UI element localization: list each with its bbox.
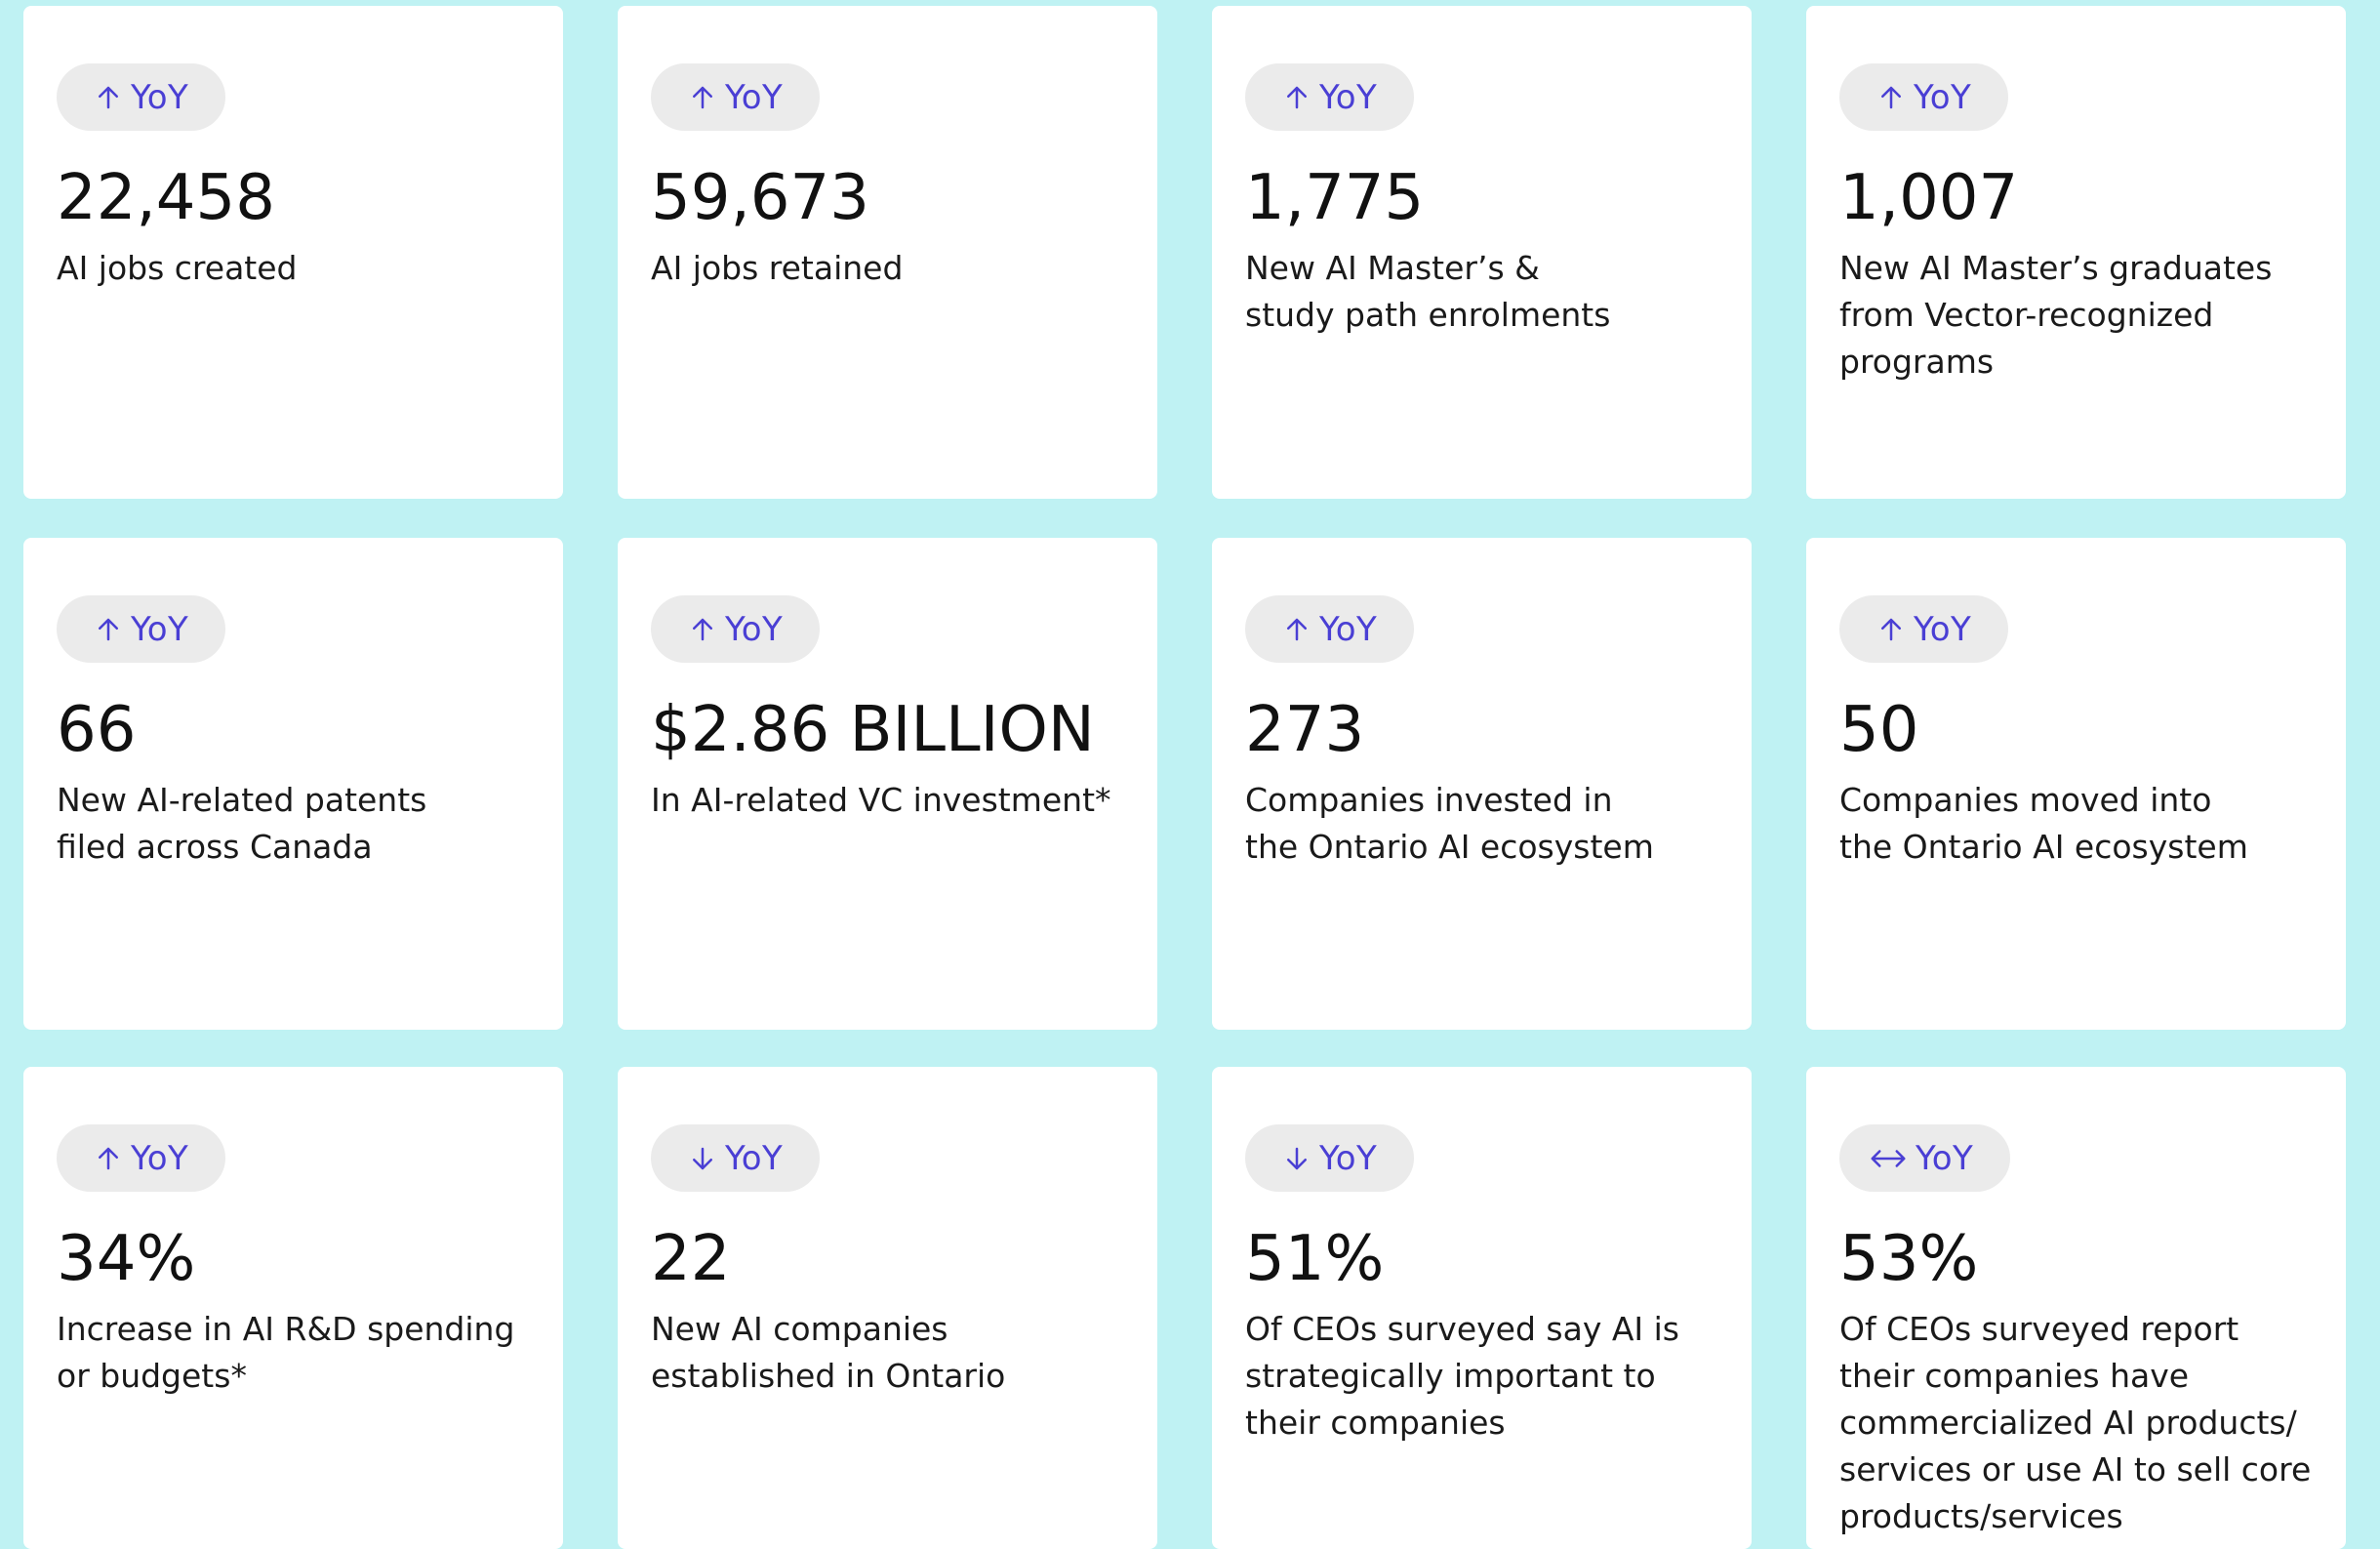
- stat-label: New AI-related patents filed across Cana…: [57, 781, 427, 867]
- arrow-left-right-icon: [1871, 1149, 1906, 1167]
- yoy-label: YoY: [1319, 77, 1378, 117]
- stat-card: YoY 273 Companies invested in the Ontari…: [1212, 538, 1752, 1030]
- arrow-up-icon: [99, 618, 118, 640]
- arrow-down-icon: [1287, 1147, 1307, 1169]
- yoy-badge: YoY: [1245, 595, 1415, 663]
- yoy-badge: YoY: [651, 1124, 821, 1192]
- stat-value: 59,673: [651, 162, 869, 234]
- stat-label: New AI Master’s & study path enrolments: [1245, 249, 1611, 335]
- stat-label: Of CEOs surveyed report their companies …: [1839, 1310, 2312, 1536]
- yoy-label: YoY: [1319, 609, 1378, 649]
- stat-label: Increase in AI R&D spending or budgets*: [57, 1310, 515, 1396]
- stat-value: 51%: [1245, 1223, 1385, 1295]
- yoy-label: YoY: [1319, 1138, 1378, 1178]
- arrow-up-icon: [693, 86, 712, 108]
- stat-value: 53%: [1839, 1223, 1979, 1295]
- stat-label: AI jobs retained: [651, 249, 904, 288]
- arrow-up-icon: [99, 1147, 118, 1169]
- arrow-up-icon: [1881, 86, 1901, 108]
- stat-value: 1,775: [1245, 162, 1425, 234]
- stat-label: New AI Master’s graduates from Vector-re…: [1839, 249, 2273, 382]
- yoy-badge: YoY: [1839, 63, 2009, 131]
- stat-label: AI jobs created: [57, 249, 298, 288]
- yoy-label: YoY: [1914, 609, 1972, 649]
- stat-value: 50: [1839, 694, 1919, 766]
- stat-value: 1,007: [1839, 162, 2019, 234]
- yoy-label: YoY: [1914, 77, 1972, 117]
- arrow-up-icon: [1881, 618, 1901, 640]
- stat-card: YoY 22,458 AI jobs created: [23, 6, 563, 499]
- yoy-badge: YoY: [57, 63, 226, 131]
- yoy-label: YoY: [725, 77, 784, 117]
- stat-card: YoY 66 New AI-related patents filed acro…: [23, 538, 563, 1030]
- stat-card: YoY 51% Of CEOs surveyed say AI is strat…: [1212, 1067, 1752, 1549]
- yoy-badge: YoY: [1839, 595, 2009, 663]
- stat-card: YoY 34% Increase in AI R&D spending or b…: [23, 1067, 563, 1549]
- yoy-badge: YoY: [651, 595, 821, 663]
- stat-label: Companies moved into the Ontario AI ecos…: [1839, 781, 2248, 867]
- yoy-badge: YoY: [651, 63, 821, 131]
- arrow-up-icon: [693, 618, 712, 640]
- stat-value: 34%: [57, 1223, 196, 1295]
- stat-card: YoY 1,007 New AI Master’s graduates from…: [1806, 6, 2346, 499]
- yoy-badge: YoY: [1245, 63, 1415, 131]
- stat-label: Companies invested in the Ontario AI eco…: [1245, 781, 1654, 867]
- stat-label: In AI-related VC investment*: [651, 781, 1111, 820]
- stat-card: YoY 1,775 New AI Master’s & study path e…: [1212, 6, 1752, 499]
- arrow-down-icon: [693, 1147, 712, 1169]
- yoy-label: YoY: [131, 77, 189, 117]
- arrow-up-icon: [1287, 618, 1307, 640]
- yoy-badge: YoY: [57, 1124, 226, 1192]
- yoy-badge: YoY: [1839, 1124, 2011, 1192]
- stat-label: Of CEOs surveyed say AI is strategically…: [1245, 1310, 1680, 1443]
- yoy-label: YoY: [1916, 1138, 1974, 1178]
- stat-card: YoY 59,673 AI jobs retained: [618, 6, 1157, 499]
- stat-value: 66: [57, 694, 137, 766]
- stat-card: YoY 50 Companies moved into the Ontario …: [1806, 538, 2346, 1030]
- stat-label: New AI companies established in Ontario: [651, 1310, 1006, 1396]
- stat-value: 22,458: [57, 162, 275, 234]
- stat-value: 273: [1245, 694, 1365, 766]
- yoy-badge: YoY: [57, 595, 226, 663]
- stat-value: 22: [651, 1223, 731, 1295]
- yoy-label: YoY: [131, 1138, 189, 1178]
- stat-card: YoY $2.86 BILLION In AI-related VC inves…: [618, 538, 1157, 1030]
- stats-grid: YoY 22,458 AI jobs created YoY 59,673 AI…: [0, 0, 2380, 1549]
- yoy-label: YoY: [131, 609, 189, 649]
- arrow-up-icon: [99, 86, 118, 108]
- stat-card: YoY 53% Of CEOs surveyed report their co…: [1806, 1067, 2346, 1549]
- yoy-badge: YoY: [1245, 1124, 1415, 1192]
- stat-card: YoY 22 New AI companies established in O…: [618, 1067, 1157, 1549]
- arrow-up-icon: [1287, 86, 1307, 108]
- yoy-label: YoY: [725, 609, 784, 649]
- stat-value: $2.86 BILLION: [651, 694, 1095, 766]
- yoy-label: YoY: [725, 1138, 784, 1178]
